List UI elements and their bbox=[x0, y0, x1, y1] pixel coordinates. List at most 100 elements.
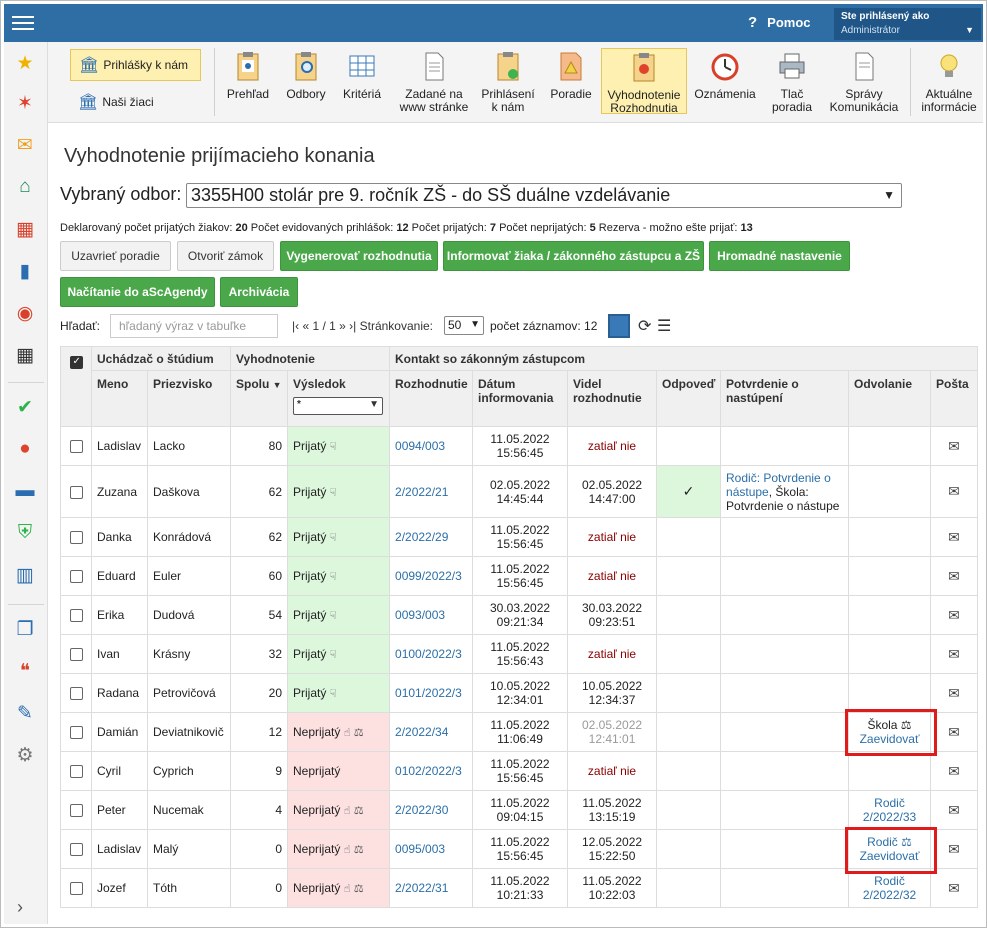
col-header-meno[interactable]: Meno bbox=[91, 370, 148, 427]
list-icon[interactable]: ☰ bbox=[657, 316, 671, 336]
thumbs-down-icon[interactable]: ☟ bbox=[330, 487, 337, 499]
briefcase-icon[interactable]: ▬ bbox=[14, 480, 36, 502]
book-icon[interactable]: ▮ bbox=[14, 260, 36, 282]
tab-poradie[interactable]: Poradie bbox=[544, 48, 598, 114]
col-header-odpoved[interactable]: Odpoveď bbox=[656, 370, 722, 427]
row-checkbox[interactable] bbox=[69, 882, 83, 896]
col-header-rozhodnutie[interactable]: Rozhodnutie bbox=[389, 370, 474, 427]
envelope-icon[interactable]: ✉ bbox=[948, 724, 960, 740]
thumbs-down-icon[interactable]: ☟ bbox=[330, 571, 337, 583]
rozhodnutie-link[interactable]: 0094/003 bbox=[395, 439, 445, 453]
envelope-icon[interactable]: ✉ bbox=[948, 802, 960, 818]
help-button[interactable]: ? Pomoc bbox=[748, 14, 811, 31]
chart-badge-icon[interactable]: ● bbox=[14, 438, 36, 460]
thumbs-down-icon[interactable]: ☟ bbox=[330, 610, 337, 622]
envelope-icon[interactable]: ✉ bbox=[948, 483, 960, 499]
rozhodnutie-link[interactable]: 0101/2022/3 bbox=[395, 686, 462, 700]
scale-icon[interactable]: ⚖ bbox=[354, 727, 364, 739]
rozhodnutie-link[interactable]: 0093/003 bbox=[395, 608, 445, 622]
rozhodnutie-link[interactable]: 0095/003 bbox=[395, 842, 445, 856]
col-header-spolu[interactable]: Spolu ▼ bbox=[230, 370, 288, 427]
thumbs-up-icon[interactable]: ☝ bbox=[344, 844, 351, 856]
col-header-vysledok[interactable]: Výsledok * ▼ bbox=[286, 370, 391, 427]
archive-button[interactable]: Archivácia bbox=[220, 277, 298, 307]
col-header-odvolanie[interactable]: Odvolanie bbox=[848, 370, 932, 427]
col-header-priezvisko[interactable]: Priezvisko bbox=[147, 370, 231, 427]
rozhodnutie-link[interactable]: 0102/2022/3 bbox=[395, 764, 462, 778]
row-checkbox[interactable] bbox=[69, 570, 83, 584]
rozhodnutie-link[interactable]: 2/2022/29 bbox=[395, 530, 448, 544]
rozhodnutie-link[interactable]: 2/2022/34 bbox=[395, 725, 448, 739]
envelope-icon[interactable]: ✉ bbox=[948, 607, 960, 623]
envelope-icon[interactable]: ✉ bbox=[948, 438, 960, 454]
prihlasky-button[interactable]: 🏛 Prihlášky k nám bbox=[70, 49, 201, 81]
col-header-posta[interactable]: Pošta bbox=[930, 370, 979, 427]
row-checkbox[interactable] bbox=[69, 843, 83, 857]
rozhodnutie-link[interactable]: 0099/2022/3 bbox=[395, 569, 462, 583]
row-checkbox[interactable] bbox=[69, 440, 83, 454]
tab-oznamenia[interactable]: Oznámenia bbox=[692, 48, 758, 114]
row-checkbox[interactable] bbox=[69, 531, 83, 545]
star-icon[interactable]: ★ bbox=[14, 52, 36, 74]
thumbs-up-icon[interactable]: ☝ bbox=[344, 727, 351, 739]
envelope-icon[interactable]: ✉ bbox=[948, 568, 960, 584]
envelope-icon[interactable]: ✉ bbox=[948, 646, 960, 662]
thumbs-up-icon[interactable]: ☝ bbox=[344, 805, 351, 817]
tab-zadane[interactable]: Zadané na www stránke bbox=[394, 48, 474, 114]
check-badge-icon[interactable]: ✔ bbox=[14, 396, 36, 418]
expand-icon[interactable]: › bbox=[17, 897, 23, 918]
result-filter-select[interactable]: * ▼ bbox=[293, 397, 383, 415]
tab-spravy[interactable]: Správy Komunikácia bbox=[824, 48, 904, 114]
col-header-videl[interactable]: Videl rozhodnutie bbox=[567, 370, 658, 427]
home-icon[interactable]: ⌂ bbox=[14, 176, 36, 198]
rozhodnutie-link[interactable]: 2/2022/30 bbox=[395, 803, 448, 817]
bar-chart-icon[interactable]: ▥ bbox=[14, 564, 36, 586]
schedule-icon[interactable]: ▦ bbox=[14, 344, 36, 366]
pager[interactable]: |‹ « 1 / 1 » ›| Stránkovanie: bbox=[292, 319, 433, 333]
scale-icon[interactable]: ⚖ bbox=[354, 883, 364, 895]
nasi-ziaci-button[interactable]: 🏛 Naši žiaci bbox=[70, 88, 201, 116]
envelope-icon[interactable]: ✉ bbox=[948, 880, 960, 896]
load-asc-button[interactable]: Načítanie do aScAgendy bbox=[60, 277, 215, 307]
thumbs-down-icon[interactable]: ☟ bbox=[330, 649, 337, 661]
row-checkbox[interactable] bbox=[69, 648, 83, 662]
odbor-select[interactable]: 3355H00 stolár pre 9. ročník ZŠ - do SŠ … bbox=[186, 183, 902, 208]
odvolanie-source[interactable]: Rodič bbox=[854, 874, 925, 888]
scale-icon[interactable]: ⚖ bbox=[354, 844, 364, 856]
search-input[interactable]: hľadaný výraz v tabuľke bbox=[110, 314, 278, 338]
tab-kriteria[interactable]: Kritériá bbox=[336, 48, 388, 114]
wand-icon[interactable]: ✶ bbox=[14, 92, 36, 114]
menu-icon[interactable] bbox=[12, 12, 34, 34]
envelope-icon[interactable]: ✉ bbox=[948, 685, 960, 701]
envelope-icon[interactable]: ✉ bbox=[948, 841, 960, 857]
col-header-potvrdenie[interactable]: Potvrdenie o nastúpení bbox=[720, 370, 850, 427]
refresh-icon[interactable]: ⟳ bbox=[638, 316, 651, 336]
pen-icon[interactable]: ✎ bbox=[14, 702, 36, 724]
close-order-button[interactable]: Uzavrieť poradie bbox=[60, 241, 171, 271]
odvolanie-source[interactable]: Rodič bbox=[854, 796, 925, 810]
thumbs-up-icon[interactable]: ☝ bbox=[344, 883, 351, 895]
thumbs-down-icon[interactable]: ☟ bbox=[330, 441, 337, 453]
thumbs-down-icon[interactable]: ☟ bbox=[330, 532, 337, 544]
open-book-icon[interactable]: ❐ bbox=[14, 618, 36, 640]
tab-aktualne[interactable]: Aktuálne informácie bbox=[916, 48, 982, 114]
row-checkbox[interactable] bbox=[69, 804, 83, 818]
tab-prihlaseni[interactable]: Prihlásení k nám bbox=[478, 48, 538, 114]
odvolanie-link[interactable]: 2/2022/33 bbox=[854, 810, 925, 824]
row-checkbox[interactable] bbox=[69, 726, 83, 740]
tab-vyhodnotenie[interactable]: Vyhodnotenie Rozhodnutia bbox=[601, 48, 687, 115]
gear-icon[interactable]: ⚙ bbox=[14, 744, 36, 766]
tab-tlac[interactable]: Tlač poradia bbox=[764, 48, 820, 114]
person-icon[interactable]: ◉ bbox=[14, 302, 36, 324]
shield-icon[interactable]: ⛨ bbox=[14, 522, 36, 544]
inform-button[interactable]: Informovať žiaka / zákonného zástupcu a … bbox=[443, 241, 704, 271]
odvolanie-link[interactable]: 2/2022/32 bbox=[854, 888, 925, 902]
columns-icon[interactable] bbox=[608, 314, 630, 338]
tab-odbory[interactable]: Odbory bbox=[280, 48, 332, 114]
rozhodnutie-link[interactable]: 0100/2022/3 bbox=[395, 647, 462, 661]
row-checkbox[interactable] bbox=[69, 687, 83, 701]
user-menu[interactable]: Ste prihlásený ako Administrátor ▼ bbox=[834, 8, 981, 40]
page-size-select[interactable]: 50 ▼ bbox=[444, 316, 484, 335]
rozhodnutie-link[interactable]: 2/2022/31 bbox=[395, 881, 448, 895]
row-checkbox[interactable] bbox=[69, 485, 83, 499]
